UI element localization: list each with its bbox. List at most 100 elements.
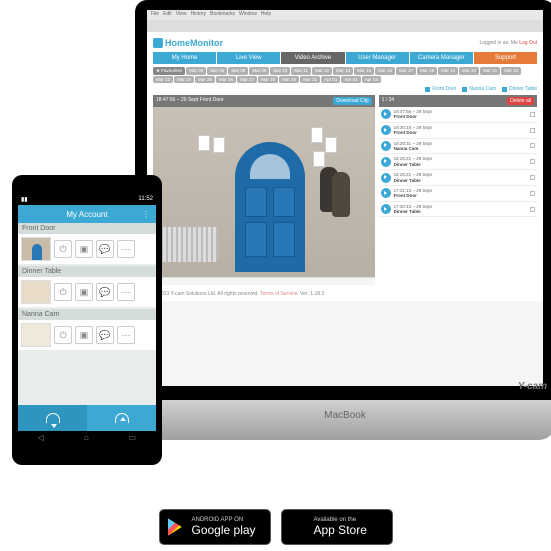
more-button[interactable]: ⋯ — [117, 240, 135, 258]
clip-checkbox[interactable] — [530, 175, 535, 180]
menu-item[interactable]: Edit — [163, 11, 172, 19]
more-button[interactable]: ⋯ — [117, 283, 135, 301]
clip-item[interactable]: 17:30:13 – 29 SeptDinner Table — [379, 202, 537, 218]
date-chip[interactable]: Mar 31 — [300, 76, 320, 83]
clip-checkbox[interactable] — [530, 128, 535, 133]
date-chip[interactable]: Mar 27 — [237, 76, 257, 83]
filter-checkbox[interactable]: Dinner Table — [502, 86, 537, 92]
logo[interactable]: HomeMonitor — [153, 38, 223, 48]
date-chip[interactable]: Mar 13 — [333, 67, 353, 75]
camera-section: Front Door ⏻ ▣ 💬 ⋯ — [18, 223, 156, 264]
date-chip[interactable]: Mar 30 — [279, 76, 299, 83]
date-chip[interactable]: Mar 19 — [438, 67, 458, 75]
record-button[interactable]: ▣ — [75, 283, 93, 301]
clip-item[interactable]: 18:29:31 – 29 SeptNanna Cam — [379, 139, 537, 155]
home-button[interactable]: ⌂ — [84, 433, 89, 442]
menu-icon[interactable]: ⋮ — [142, 210, 152, 219]
clip-item[interactable]: 18:47:56 – 29 SeptFront Door — [379, 107, 537, 123]
clip-checkbox[interactable] — [530, 207, 535, 212]
play-icon[interactable] — [381, 173, 391, 183]
back-button[interactable]: ◁ — [38, 433, 44, 442]
date-chip[interactable]: Mar 08 — [228, 67, 248, 75]
record-button[interactable]: ▣ — [75, 240, 93, 258]
filter-checkbox[interactable]: Front Door — [425, 86, 456, 92]
date-chip[interactable]: Mar 16 — [375, 67, 395, 75]
date-chip[interactable]: Mar 15 — [354, 67, 374, 75]
phone-screen: ▮▮ 11:52 My Account ⋮ Front Door ⏻ ▣ 💬 ⋯… — [18, 193, 156, 443]
recent-button[interactable]: ▭ — [129, 433, 137, 442]
tab-support[interactable]: Support — [474, 52, 537, 64]
date-chip[interactable]: Apr 03 — [362, 76, 381, 83]
power-button[interactable]: ⏻ — [54, 240, 72, 258]
date-chip[interactable]: Mar 22 — [501, 67, 521, 75]
date-chip[interactable]: Apr 02 — [341, 76, 360, 83]
camera-thumbnail[interactable] — [21, 237, 51, 261]
menu-item[interactable]: History — [190, 11, 206, 19]
menu-item[interactable]: Help — [261, 11, 271, 19]
date-chip[interactable]: Mar 29 — [258, 76, 278, 83]
camera-thumbnail[interactable] — [21, 280, 51, 304]
date-chip[interactable]: Mar 05 — [186, 67, 206, 75]
camera-section: Dinner Table ⏻ ▣ 💬 ⋯ — [18, 266, 156, 307]
tab-live-view[interactable]: Live View — [217, 52, 280, 64]
date-chip[interactable]: Mar 24 — [174, 76, 194, 83]
play-icon[interactable] — [381, 157, 391, 167]
menu-item[interactable]: Window — [239, 11, 257, 19]
tos-link[interactable]: Terms of Service — [260, 291, 297, 297]
delete-all-button[interactable]: Delete all — [507, 97, 534, 105]
filter-checkbox[interactable]: Nanna Cam — [462, 86, 496, 92]
date-chip[interactable]: Mar 26 — [216, 76, 236, 83]
download-clip-button[interactable]: Download Clip — [333, 97, 371, 105]
date-chip[interactable]: Mar 18 — [417, 67, 437, 75]
clip-item[interactable]: 18:30:18 – 29 SeptFront Door — [379, 123, 537, 139]
chat-button[interactable]: 💬 — [96, 326, 114, 344]
date-chip[interactable]: Mar 12 — [312, 67, 332, 75]
app-store-badge[interactable]: Available on the App Store — [281, 509, 393, 545]
video-frame[interactable] — [153, 107, 375, 277]
date-chip[interactable]: Mar 23 — [153, 76, 173, 83]
date-chip[interactable]: Mar 20 — [459, 67, 479, 75]
favourites-chip[interactable]: ★ Favourites — [153, 67, 185, 75]
tab-user-manager[interactable]: User Manager — [346, 52, 409, 64]
camera-thumbnail[interactable] — [21, 323, 51, 347]
date-chip[interactable]: Mar 06 — [207, 67, 227, 75]
tab-camera-manager[interactable]: Camera Manager — [410, 52, 473, 64]
clip-checkbox[interactable] — [530, 191, 535, 196]
play-icon[interactable] — [381, 141, 391, 151]
date-chip[interactable]: Mar 10 — [270, 67, 290, 75]
video-controls[interactable] — [153, 277, 375, 285]
tab-my-home[interactable]: My Home — [153, 52, 216, 64]
date-chip[interactable]: Mar 17 — [396, 67, 416, 75]
menu-item[interactable]: View — [176, 11, 187, 19]
date-chip[interactable]: Apr 01 — [321, 76, 340, 83]
play-icon[interactable] — [381, 204, 391, 214]
power-button[interactable]: ⏻ — [54, 283, 72, 301]
download-action-button[interactable] — [18, 405, 87, 431]
tab-video-archive[interactable]: Video Archive — [281, 52, 344, 64]
play-icon[interactable] — [381, 188, 391, 198]
date-chip[interactable]: Mar 21 — [480, 67, 500, 75]
record-button[interactable]: ▣ — [75, 326, 93, 344]
google-play-badge[interactable]: ANDROID APP ON Google play — [159, 509, 271, 545]
date-chip[interactable]: Mar 25 — [195, 76, 215, 83]
clip-item[interactable]: 18:26:21 – 29 SeptDinner Table — [379, 154, 537, 170]
more-button[interactable]: ⋯ — [117, 326, 135, 344]
clip-item[interactable]: 17:31:13 – 29 SeptFront Door — [379, 186, 537, 202]
date-chip[interactable]: Mar 11 — [291, 67, 311, 75]
chat-button[interactable]: 💬 — [96, 283, 114, 301]
play-icon[interactable] — [381, 125, 391, 135]
clip-checkbox[interactable] — [530, 112, 535, 117]
picture-frame-icon — [198, 135, 210, 151]
chat-button[interactable]: 💬 — [96, 240, 114, 258]
menu-item[interactable]: File — [151, 11, 159, 19]
menu-item[interactable]: Bookmarks — [210, 11, 235, 19]
clip-checkbox[interactable] — [530, 159, 535, 164]
clip-item[interactable]: 18:26:21 – 29 SeptDinner Table — [379, 170, 537, 186]
upload-action-button[interactable] — [87, 405, 156, 431]
clip-checkbox[interactable] — [530, 143, 535, 148]
play-icon[interactable] — [381, 109, 391, 119]
date-chip[interactable]: Mar 09 — [249, 67, 269, 75]
store-badges: ANDROID APP ON Google play Available on … — [159, 509, 393, 545]
power-button[interactable]: ⏻ — [54, 326, 72, 344]
logout-link[interactable]: Log Out — [519, 40, 537, 46]
